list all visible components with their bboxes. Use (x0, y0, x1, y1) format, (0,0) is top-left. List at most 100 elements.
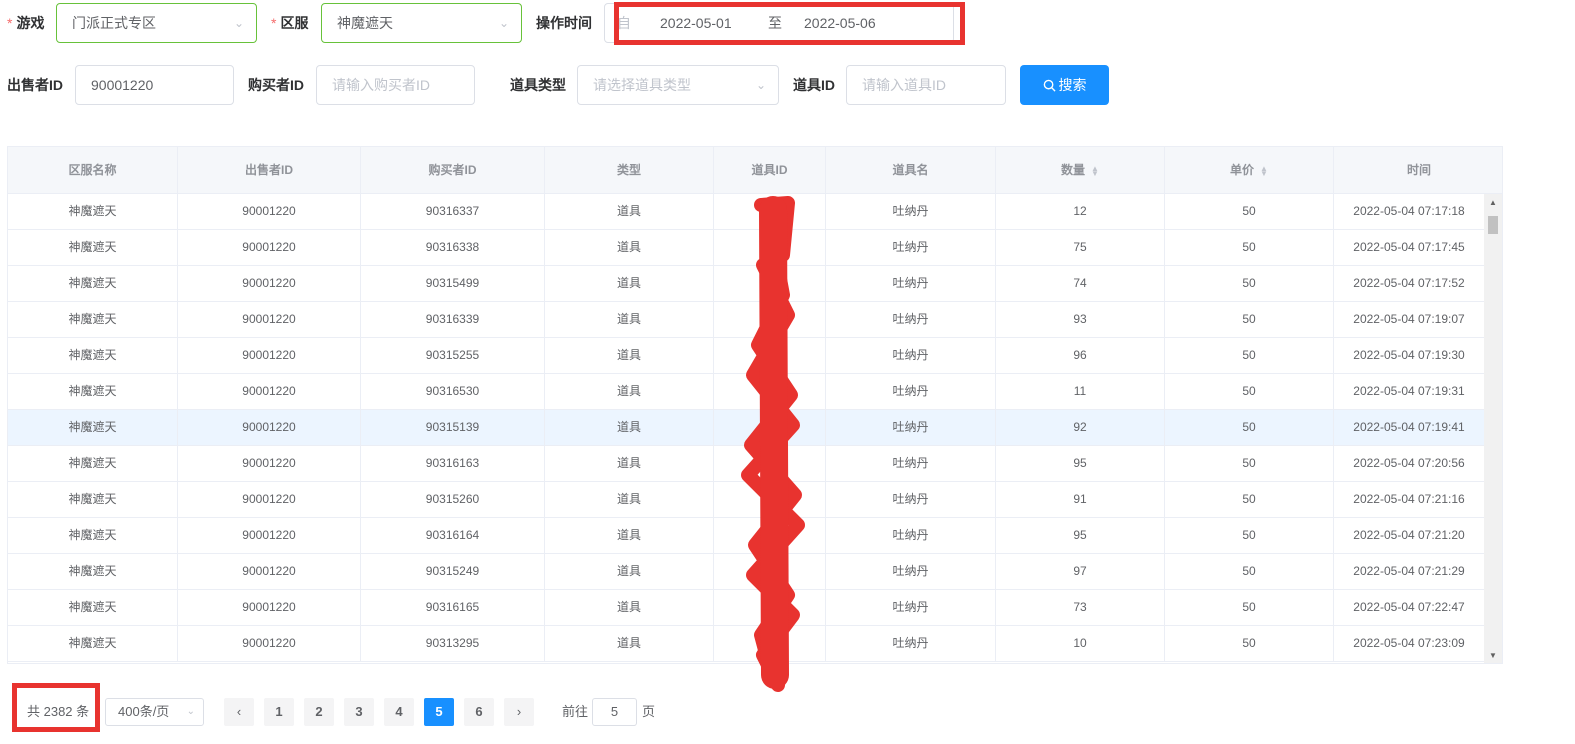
cell-quantity: 10 (996, 626, 1165, 661)
page-button-1[interactable]: 1 (264, 698, 294, 726)
item-id-input[interactable]: 请输入道具ID (846, 65, 1006, 105)
column-header-quantity[interactable]: 数量 ▲ ▼ (996, 147, 1165, 193)
date-range-picker[interactable]: 自 2022-05-01 至 2022-05-06 (604, 3, 954, 43)
cell-time: 2022-05-04 07:22:47 (1353, 600, 1465, 614)
cell-item-name: 吐纳丹 (826, 446, 996, 481)
search-icon (1043, 79, 1056, 92)
column-header-price[interactable]: 单价 ▲ ▼ (1165, 147, 1334, 193)
date-end[interactable]: 2022-05-06 (804, 4, 876, 42)
scroll-down-icon[interactable]: ▼ (1484, 651, 1502, 660)
date-start[interactable]: 2022-05-01 (660, 4, 732, 42)
cell-time: 2022-05-04 07:17:45 (1353, 240, 1465, 254)
cell-price: 50 (1165, 338, 1334, 373)
page-button-5[interactable]: 5 (424, 698, 454, 726)
table-row[interactable]: 神魔遮天 90001220 90315249 道具 吐纳丹 97 50 2022-05-04 … (8, 554, 1484, 590)
chevron-down-icon: ⌄ (498, 16, 509, 30)
cell-type: 道具 (545, 338, 714, 373)
game-label: * 游戏 (7, 15, 45, 31)
cell-price: 50 (1165, 374, 1334, 409)
server-select[interactable]: 神魔遮天 ⌄ (321, 3, 522, 43)
search-button[interactable]: 搜索 (1020, 65, 1109, 105)
cell-quantity: 92 (996, 410, 1165, 445)
cell-quantity: 96 (996, 338, 1165, 373)
table-row[interactable]: 神魔遮天 90001220 90315255 道具 吐纳丹 96 50 2022-05-04 … (8, 338, 1484, 374)
game-select[interactable]: 门派正式专区 ⌄ (56, 3, 257, 43)
cell-quantity: 74 (996, 266, 1165, 301)
item-id-label: 道具ID (793, 77, 835, 93)
table-row[interactable]: 神魔遮天 90001220 90315260 道具 吐纳丹 91 50 2022-05-04 … (8, 482, 1484, 518)
chevron-down-icon: ⌄ (186, 706, 195, 717)
cell-price: 50 (1165, 302, 1334, 337)
page-button-6[interactable]: 6 (464, 698, 494, 726)
cell-quantity: 95 (996, 518, 1165, 553)
column-header-buyer: 购买者ID (361, 147, 545, 193)
table-row[interactable]: 神魔遮天 90001220 90316530 道具 吐纳丹 11 50 2022-05-04 … (8, 374, 1484, 410)
table-row[interactable]: 神魔遮天 90001220 90316163 道具 吐纳丹 95 50 2022-05-04 … (8, 446, 1484, 482)
scrollbar-thumb[interactable] (1488, 216, 1498, 234)
cell-time: 2022-05-04 07:17:18 (1353, 204, 1465, 218)
cell-server: 神魔遮天 (8, 590, 178, 625)
cell-item-id (714, 266, 826, 301)
cell-time: 2022-05-04 07:19:30 (1353, 348, 1465, 362)
cell-server: 神魔遮天 (8, 194, 178, 229)
table-row[interactable]: 神魔遮天 90001220 90313295 道具 吐纳丹 10 50 2022-05-04 … (8, 626, 1484, 662)
cell-item-id (714, 518, 826, 553)
column-header-type: 类型 (545, 147, 714, 193)
column-header-time: 时间 (1406, 163, 1431, 177)
cell-item-name: 吐纳丹 (826, 410, 996, 445)
seller-label: 出售者ID (7, 77, 63, 93)
cell-server: 神魔遮天 (8, 338, 178, 373)
column-header-item-id: 道具ID (714, 147, 826, 193)
prev-page-button[interactable]: ‹ (224, 698, 254, 726)
cell-quantity: 97 (996, 554, 1165, 589)
cell-item-id (714, 230, 826, 265)
seller-id-input[interactable]: 90001220 (75, 65, 234, 105)
cell-buyer-id: 90315499 (361, 266, 545, 301)
table-scrollbar[interactable]: ▲ ▼ (1484, 194, 1502, 663)
next-page-button[interactable]: › (504, 698, 534, 726)
cell-seller-id: 90001220 (178, 554, 361, 589)
cell-item-id (714, 590, 826, 625)
item-type-select[interactable]: 请选择道具类型 ⌄ (577, 65, 779, 105)
cell-type: 道具 (545, 590, 714, 625)
table-row[interactable]: 神魔遮天 90001220 90315499 道具 吐纳丹 74 50 2022-05-04 … (8, 266, 1484, 302)
cell-buyer-id: 90315260 (361, 482, 545, 517)
table-row[interactable]: 神魔遮天 90001220 90315139 道具 吐纳丹 92 50 2022-05-04 … (8, 410, 1484, 446)
page-button-4[interactable]: 4 (384, 698, 414, 726)
page-button-2[interactable]: 2 (304, 698, 334, 726)
cell-type: 道具 (545, 302, 714, 337)
sort-icon[interactable]: ▲ ▼ (1260, 164, 1268, 177)
cell-buyer-id: 90315249 (361, 554, 545, 589)
buyer-id-input[interactable]: 请输入购买者ID (316, 65, 475, 105)
cell-server: 神魔遮天 (8, 518, 178, 553)
cell-seller-id: 90001220 (178, 266, 361, 301)
table-row[interactable]: 神魔遮天 90001220 90316164 道具 吐纳丹 95 50 2022-05-04 … (8, 518, 1484, 554)
page-size-select[interactable]: 400条/页 ⌄ (105, 698, 204, 726)
cell-time: 2022-05-04 07:19:41 (1353, 420, 1465, 434)
cell-type: 道具 (545, 518, 714, 553)
cell-seller-id: 90001220 (178, 590, 361, 625)
cell-seller-id: 90001220 (178, 410, 361, 445)
table-row[interactable]: 神魔遮天 90001220 90316337 道具 吐纳丹 12 50 2022-05-04 … (8, 194, 1484, 230)
cell-buyer-id: 90316339 (361, 302, 545, 337)
table-row[interactable]: 神魔遮天 90001220 90316165 道具 吐纳丹 73 50 2022-05-04 … (8, 590, 1484, 626)
cell-price: 50 (1165, 554, 1334, 589)
trade-table: 区服名称 出售者ID 购买者ID 类型 道具ID 道具名 数量 ▲ ▼ 单价 ▲ ▼ 时… (7, 146, 1503, 664)
table-row[interactable]: 神魔遮天 90001220 90316338 道具 吐纳丹 75 50 2022-05-04 … (8, 230, 1484, 266)
cell-buyer-id: 90316337 (361, 194, 545, 229)
cell-buyer-id: 90315255 (361, 338, 545, 373)
page-button-3[interactable]: 3 (344, 698, 374, 726)
cell-price: 50 (1165, 590, 1334, 625)
goto-page-input[interactable]: 5 (592, 698, 637, 726)
cell-item-name: 吐纳丹 (826, 266, 996, 301)
cell-time: 2022-05-04 07:17:52 (1353, 276, 1465, 290)
scroll-up-icon[interactable]: ▲ (1484, 198, 1502, 207)
cell-seller-id: 90001220 (178, 374, 361, 409)
cell-item-id (714, 194, 826, 229)
cell-item-name: 吐纳丹 (826, 590, 996, 625)
cell-quantity: 12 (996, 194, 1165, 229)
cell-seller-id: 90001220 (178, 626, 361, 661)
cell-type: 道具 (545, 554, 714, 589)
sort-icon[interactable]: ▲ ▼ (1091, 164, 1099, 177)
table-row[interactable]: 神魔遮天 90001220 90316339 道具 吐纳丹 93 50 2022-05-04 … (8, 302, 1484, 338)
